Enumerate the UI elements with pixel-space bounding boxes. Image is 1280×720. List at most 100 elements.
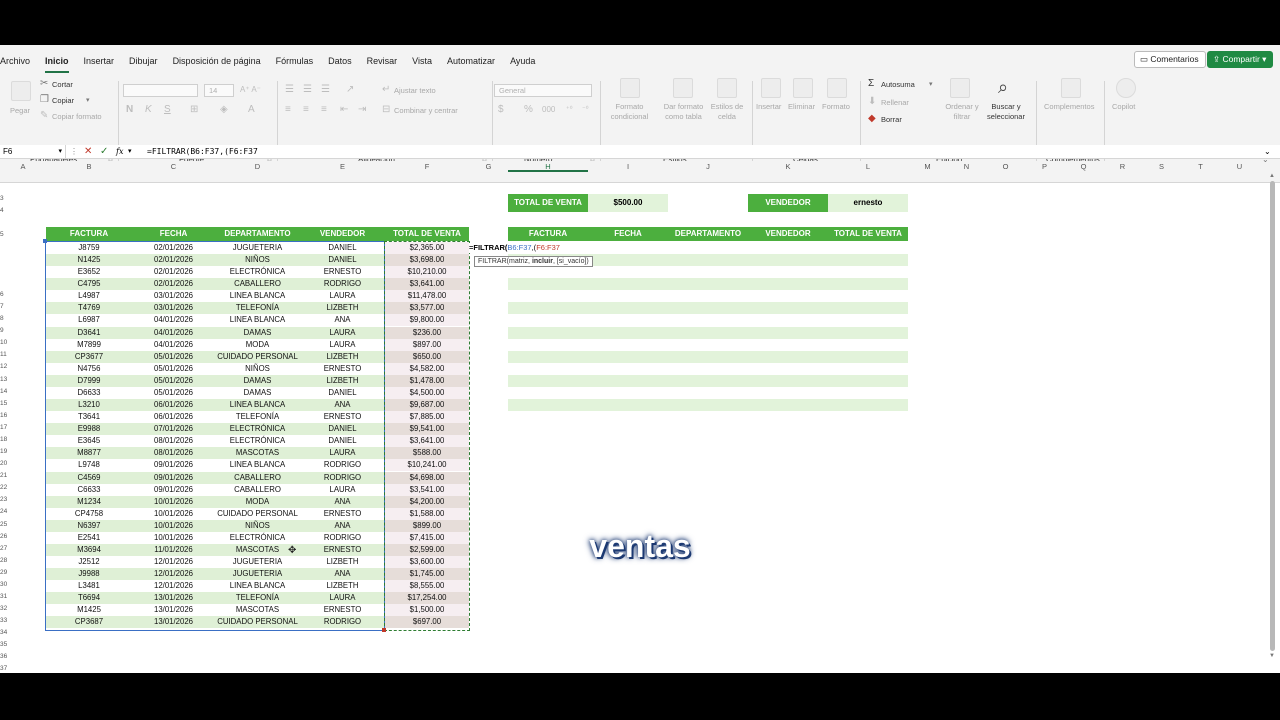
- wrap-icon[interactable]: ↵: [382, 85, 390, 95]
- column-header-E[interactable]: E: [300, 161, 385, 172]
- orientation-icon[interactable]: ↗: [346, 85, 354, 95]
- row-header[interactable]: 31: [0, 593, 10, 600]
- editing-formula[interactable]: =FILTRAR(B6:F37,(F6:F37: [469, 243, 562, 253]
- row-header[interactable]: 14: [0, 388, 10, 395]
- row-header[interactable]: 30: [0, 581, 10, 588]
- name-box[interactable]: F6 ▾: [0, 145, 66, 159]
- table-header-0[interactable]: FACTURA: [46, 227, 132, 241]
- row-header[interactable]: 11: [0, 351, 10, 358]
- row-header[interactable]: 21: [0, 472, 10, 479]
- row-header[interactable]: 20: [0, 460, 10, 467]
- format-painter-button[interactable]: Copiar formato: [52, 112, 102, 121]
- tab-8[interactable]: Vista: [412, 54, 432, 70]
- cancel-icon[interactable]: ✕: [84, 145, 92, 159]
- row-header[interactable]: 3: [0, 195, 10, 202]
- column-header-A[interactable]: A: [0, 161, 46, 172]
- criteria-seller-label[interactable]: VENDEDOR: [748, 194, 828, 212]
- tab-3[interactable]: Dibujar: [129, 54, 158, 70]
- column-header-U[interactable]: U: [1220, 161, 1259, 172]
- expand-formula-icon[interactable]: ⌄: [1264, 145, 1271, 159]
- result-header-2[interactable]: DEPARTAMENTO: [668, 227, 748, 241]
- row-header[interactable]: 9: [0, 327, 10, 334]
- indent-increase-icon[interactable]: ⇥: [358, 105, 366, 115]
- row-header[interactable]: 13: [0, 376, 10, 383]
- percent-icon[interactable]: %: [524, 105, 533, 115]
- row-header[interactable]: 33: [0, 617, 10, 624]
- column-header-B[interactable]: B: [46, 161, 132, 172]
- cut-button[interactable]: Cortar: [52, 80, 73, 89]
- wrap-text-button[interactable]: Ajustar texto: [394, 86, 436, 95]
- row-header[interactable]: 22: [0, 484, 10, 491]
- row-header[interactable]: 25: [0, 521, 10, 528]
- align-right-icon[interactable]: ≡: [321, 105, 327, 115]
- underline-icon[interactable]: S: [164, 105, 171, 115]
- column-header-K[interactable]: K: [748, 161, 828, 172]
- table-header-4[interactable]: TOTAL DE VENTA: [385, 227, 469, 241]
- align-left-icon[interactable]: ≡: [285, 105, 291, 115]
- tab-2[interactable]: Insertar: [84, 54, 115, 70]
- conditional-format-button[interactable]: Formato condicional: [602, 102, 657, 122]
- row-header[interactable]: 29: [0, 569, 10, 576]
- column-header-J[interactable]: J: [668, 161, 748, 172]
- criteria-total-label[interactable]: TOTAL DE VENTA: [508, 194, 588, 212]
- column-header-I[interactable]: I: [588, 161, 668, 172]
- autosum-button[interactable]: Autosuma: [881, 80, 915, 89]
- tab-5[interactable]: Fórmulas: [276, 54, 314, 70]
- row-header[interactable]: 5: [0, 231, 10, 238]
- copilot-button[interactable]: Copilot: [1112, 102, 1135, 111]
- criteria-total-value[interactable]: $500.00: [588, 194, 668, 212]
- check-icon[interactable]: ✓: [100, 145, 108, 159]
- result-header-1[interactable]: FECHA: [588, 227, 668, 241]
- criteria-seller-value[interactable]: ernesto: [828, 194, 908, 212]
- tab-0[interactable]: Archivo: [0, 54, 30, 70]
- column-header-S[interactable]: S: [1142, 161, 1181, 172]
- tab-6[interactable]: Datos: [328, 54, 352, 70]
- formula-input[interactable]: =FILTRAR(B6:F37,(F6:F37: [147, 145, 258, 159]
- row-header[interactable]: 10: [0, 339, 10, 346]
- indent-decrease-icon[interactable]: ⇤: [340, 105, 348, 115]
- tab-10[interactable]: Ayuda: [510, 54, 535, 70]
- result-header-0[interactable]: FACTURA: [508, 227, 588, 241]
- align-bottom-icon[interactable]: ☰: [321, 85, 330, 95]
- fill-button[interactable]: Rellenar: [881, 98, 909, 107]
- italic-icon[interactable]: K: [145, 105, 152, 115]
- font-size-select[interactable]: 14: [204, 84, 234, 97]
- result-header-4[interactable]: TOTAL DE VENTA: [828, 227, 908, 241]
- clear-button[interactable]: Borrar: [881, 115, 902, 124]
- column-header-L[interactable]: L: [828, 161, 908, 172]
- row-header[interactable]: 37: [0, 665, 10, 672]
- column-header-H[interactable]: H: [508, 161, 588, 172]
- column-header-O[interactable]: O: [986, 161, 1025, 172]
- align-middle-icon[interactable]: ☰: [303, 85, 312, 95]
- row-header[interactable]: 16: [0, 412, 10, 419]
- result-header-3[interactable]: VENDEDOR: [748, 227, 828, 241]
- row-header[interactable]: 4: [0, 207, 10, 214]
- row-header[interactable]: 26: [0, 533, 10, 540]
- table-header-3[interactable]: VENDEDOR: [300, 227, 385, 241]
- font-name-select[interactable]: [123, 84, 198, 97]
- row-header[interactable]: 19: [0, 448, 10, 455]
- copy-button[interactable]: Copiar: [52, 96, 74, 105]
- row-header[interactable]: 24: [0, 508, 10, 515]
- column-header-R[interactable]: R: [1103, 161, 1142, 172]
- grow-font-icon[interactable]: A⁺ A⁻: [240, 85, 261, 95]
- row-header[interactable]: 6: [0, 291, 10, 298]
- row-header[interactable]: 34: [0, 629, 10, 636]
- row-header[interactable]: 23: [0, 496, 10, 503]
- format-as-table-button[interactable]: Dar formato como tabla: [656, 102, 711, 122]
- share-button[interactable]: ⇪ Compartir ▾: [1207, 51, 1274, 68]
- column-header-T[interactable]: T: [1181, 161, 1220, 172]
- tab-1[interactable]: Inicio: [45, 54, 69, 73]
- function-icon[interactable]: fx: [116, 145, 123, 159]
- align-center-icon[interactable]: ≡: [303, 105, 309, 115]
- column-header-M[interactable]: M: [908, 161, 947, 172]
- row-header[interactable]: 7: [0, 303, 10, 310]
- merge-center-button[interactable]: Combinar y centrar: [394, 106, 458, 115]
- addins-button[interactable]: Complementos: [1044, 102, 1094, 111]
- align-top-icon[interactable]: ☰: [285, 85, 294, 95]
- number-format-select[interactable]: General: [494, 84, 592, 97]
- column-header-Q[interactable]: Q: [1064, 161, 1103, 172]
- row-header[interactable]: 18: [0, 436, 10, 443]
- increase-decimal-icon[interactable]: ⁺⁰: [566, 105, 573, 115]
- merge-icon[interactable]: ⊟: [382, 105, 390, 115]
